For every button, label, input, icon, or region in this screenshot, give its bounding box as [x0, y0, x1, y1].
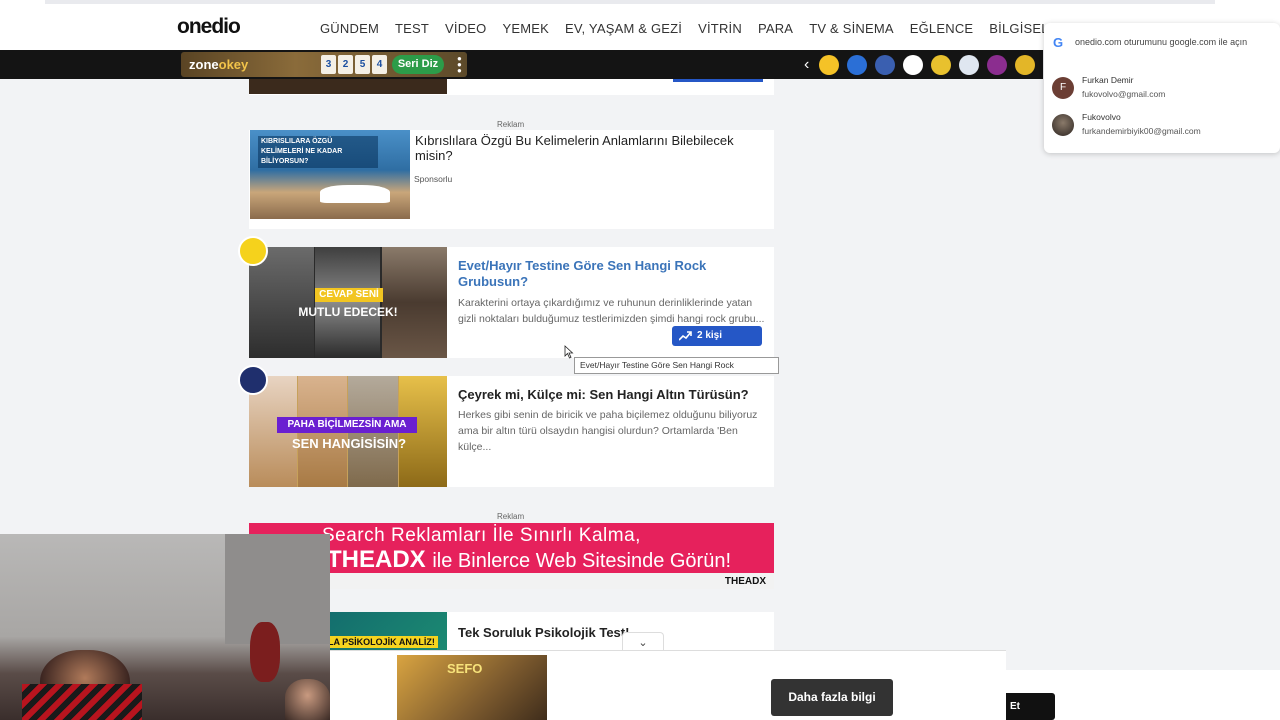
prev-card[interactable]: [249, 79, 774, 95]
card-title[interactable]: Tek Soruluk Psikolojik Test!: [458, 625, 758, 641]
webcam-shirt: [22, 684, 142, 720]
theadx-subline: THEADX ile Binlerce Web Sitesinde Görün!: [327, 546, 732, 573]
webcam-person-2: [285, 679, 330, 720]
partner-logo-icon[interactable]: [1015, 55, 1036, 75]
nav-item-eglence[interactable]: EĞLENCE: [910, 21, 974, 36]
webcam-door: [225, 534, 330, 644]
zone-okey-ad[interactable]: zoneokey 3 2 5 4 Seri Diz ● ● ●: [181, 52, 467, 77]
site-logo[interactable]: onedio: [177, 15, 241, 39]
avatar: [1052, 114, 1074, 136]
nav-item-ev-yasam-gezi[interactable]: EV, YAŞAM & GEZİ: [565, 21, 682, 36]
thumb-text: SEN HANGİSİSİN?: [291, 436, 407, 451]
nav-item-video[interactable]: VİDEO: [445, 21, 486, 36]
bottom-ad-text: SEFO: [447, 661, 483, 676]
webcam-overlay: [0, 534, 330, 720]
test-card-gold[interactable]: PAHA BİÇİLMEZSİN AMA SEN HANGİSİSİN? Çey…: [249, 376, 774, 487]
x100-badge-icon: [238, 236, 268, 266]
bottom-sticky-ad[interactable]: SEFO Daha fazla bilgi: [330, 650, 1006, 720]
sponsored-card[interactable]: KIBRISLILARA ÖZGÜ KELİMELERİ NE KADAR Bİ…: [249, 130, 774, 229]
zone-okey-logo: zoneokey: [189, 57, 249, 72]
google-signin-title: onedio.com oturumunu google.com ile açın: [1075, 37, 1248, 47]
main-nav: GÜNDEM TEST VİDEO YEMEK EV, YAŞAM & GEZİ…: [320, 21, 1049, 36]
sponsored-title[interactable]: Kıbrıslılara Özgü Bu Kelimelerin Anlamla…: [415, 133, 774, 163]
chevron-left-icon[interactable]: ‹: [804, 56, 809, 74]
mouse-cursor-icon: [564, 345, 574, 359]
card-title[interactable]: Çeyrek mi, Külçe mi: Sen Hangi Altın Tür…: [458, 387, 768, 403]
sponsored-tag: Sponsorlu: [414, 174, 453, 184]
card-title[interactable]: Evet/Hayır Testine Göre Sen Hangi Rock G…: [458, 258, 708, 290]
partner-logo-icon[interactable]: [875, 55, 896, 75]
thumb-tag: PAHA BİÇİLMEZSİN AMA: [277, 417, 417, 433]
card-thumbnail: CEVAP SENİ MUTLU EDECEK!: [249, 247, 447, 358]
nav-item-para[interactable]: PARA: [758, 21, 793, 36]
account-email: furkandemirbiyik00@gmail.com: [1082, 126, 1201, 136]
okey-tiles: 3 2 5 4: [321, 55, 387, 74]
nav-item-test[interactable]: TEST: [395, 21, 429, 36]
trending-icon: [679, 331, 692, 341]
partner-logo-icon[interactable]: [847, 55, 868, 75]
theadx-headline: Search Reklamları İle Sınırlı Kalma,: [322, 525, 641, 546]
nav-item-bilgisel[interactable]: BİLGİSEL: [989, 21, 1048, 36]
partner-logo-icon[interactable]: [959, 55, 980, 75]
avatar: F: [1052, 77, 1074, 99]
bottom-ad-image: SEFO: [397, 655, 547, 720]
title-tooltip: Evet/Hayır Testine Göre Sen Hangi Rock G…: [574, 357, 779, 385]
side-action-button[interactable]: Et: [1006, 693, 1055, 720]
webcam-plush: [250, 622, 280, 682]
seri-diz-button[interactable]: Seri Diz: [392, 55, 444, 74]
google-icon: G: [1053, 35, 1064, 50]
chevron-down-icon[interactable]: ⌄: [622, 632, 664, 652]
card-description: Karakterini ortaya çıkardığımız ve ruhun…: [458, 297, 765, 325]
google-account-2[interactable]: Fukovolvo furkandemirbiyik00@gmail.com: [1052, 112, 1272, 140]
nav-item-vitrin[interactable]: VİTRİN: [698, 21, 742, 36]
test-card-rock[interactable]: CEVAP SENİ MUTLU EDECEK! Evet/Hayır Test…: [249, 247, 774, 361]
browser-strip: [45, 0, 1215, 4]
solve-badge-remnant: [673, 79, 763, 82]
thumb-text: MUTLU EDECEK!: [298, 305, 398, 319]
more-dots-icon[interactable]: ● ● ●: [457, 55, 462, 75]
card-description: Herkes gibi senin de biricik ve paha biç…: [458, 409, 758, 453]
thumb-text: LA PSİKOLOJİK ANALİZ!: [325, 636, 438, 648]
card-thumbnail: PAHA BİÇİLMEZSİN AMA SEN HANGİSİSİN?: [249, 376, 447, 487]
okey-tile: 2: [338, 55, 353, 74]
sponsored-thumb-text: KIBRISLILARA ÖZGÜ KELİMELERİ NE KADAR Bİ…: [258, 136, 378, 168]
account-email: fukovolvo@gmail.com: [1082, 89, 1166, 99]
yacht-shape: [320, 185, 390, 203]
ad-label: Reklam: [497, 512, 525, 521]
card-thumbnail: [249, 79, 447, 94]
more-info-button[interactable]: Daha fazla bilgi: [771, 679, 893, 716]
theadx-logo: THEADX: [724, 576, 766, 587]
account-name: Fukovolvo: [1082, 112, 1121, 122]
sponsored-thumbnail: KIBRISLILARA ÖZGÜ KELİMELERİ NE KADAR Bİ…: [250, 130, 410, 219]
google-one-tap-popup: G onedio.com oturumunu google.com ile aç…: [1044, 23, 1280, 153]
partner-logo-icon[interactable]: [931, 55, 952, 75]
okey-tile: 4: [372, 55, 387, 74]
partner-logos: ‹: [804, 55, 1036, 75]
nav-item-yemek[interactable]: YEMEK: [502, 21, 549, 36]
nav-item-tv-sinema[interactable]: TV & SİNEMA: [809, 21, 894, 36]
okey-tile: 5: [355, 55, 370, 74]
category-badge-icon: [238, 365, 268, 395]
emoji-partner-icon[interactable]: [819, 55, 840, 75]
partner-logo-icon[interactable]: [987, 55, 1008, 75]
nav-item-gundem[interactable]: GÜNDEM: [320, 21, 379, 36]
account-name: Furkan Demir: [1082, 75, 1134, 85]
partner-logo-icon[interactable]: [903, 55, 924, 75]
thumb-tag: CEVAP SENİ: [315, 288, 383, 302]
okey-tile: 3: [321, 55, 336, 74]
google-account-1[interactable]: F Furkan Demir fukovolvo@gmail.com: [1052, 75, 1272, 103]
solving-now-badge[interactable]: 2 kişi çözüyor.: [672, 326, 762, 361]
ad-label: Reklam: [497, 120, 525, 129]
